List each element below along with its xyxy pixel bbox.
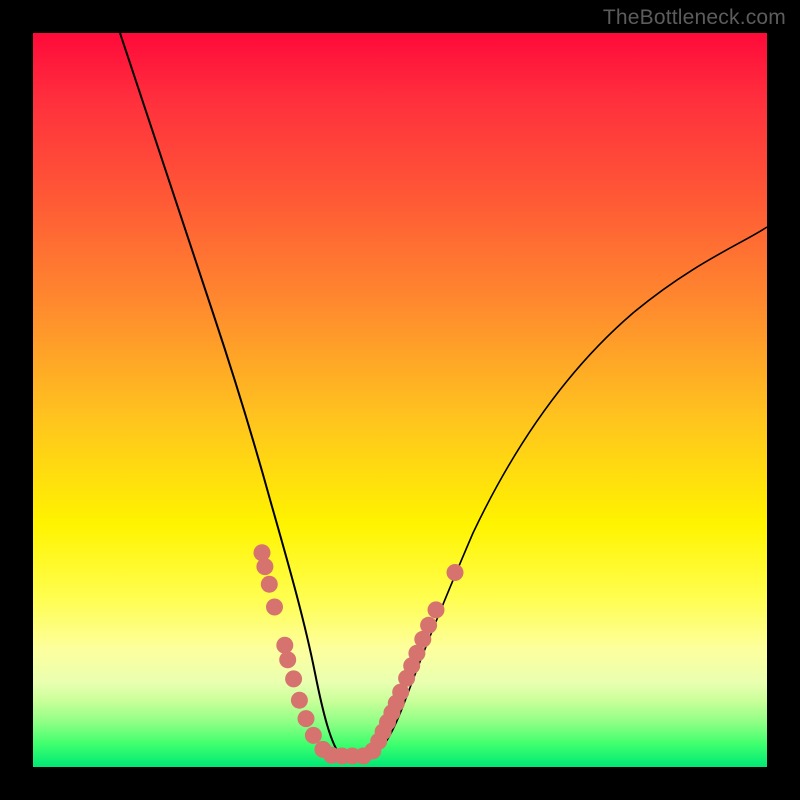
chart-frame: TheBottleneck.com	[0, 0, 800, 800]
data-point	[420, 617, 437, 634]
data-point	[256, 558, 273, 575]
data-point	[285, 670, 302, 687]
data-point	[261, 576, 278, 593]
plot-area	[33, 33, 767, 767]
left-curve	[120, 33, 371, 756]
data-point	[276, 637, 293, 654]
data-point	[291, 692, 308, 709]
data-point	[298, 710, 315, 727]
data-point	[279, 651, 296, 668]
data-point	[447, 564, 464, 581]
dot-group	[254, 544, 464, 764]
attribution-text: TheBottleneck.com	[603, 6, 786, 30]
data-point	[305, 727, 322, 744]
data-point	[428, 601, 445, 618]
curve-layer	[33, 33, 767, 767]
data-point	[266, 599, 283, 616]
right-curve	[371, 227, 767, 756]
